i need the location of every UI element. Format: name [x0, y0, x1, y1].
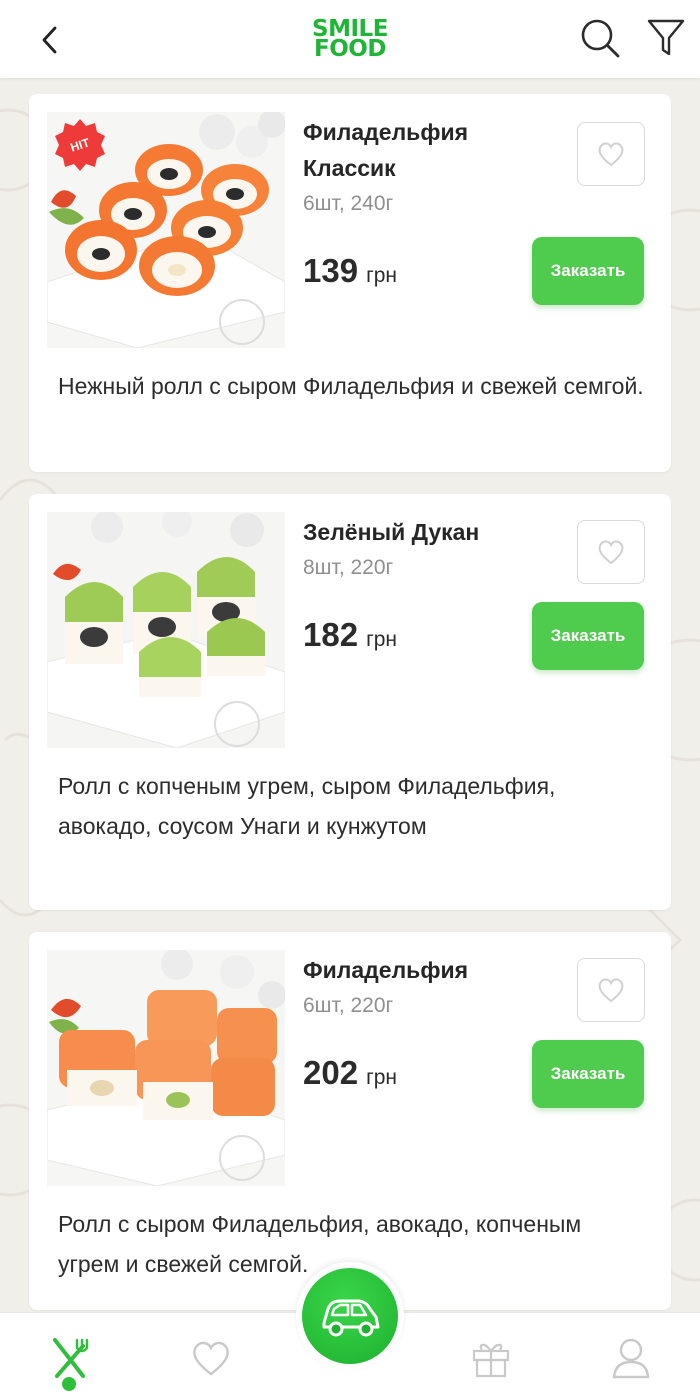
favorite-button[interactable] [577, 520, 645, 584]
filter-icon [647, 19, 685, 56]
search-button[interactable] [578, 16, 622, 60]
heart-icon [193, 1341, 229, 1376]
delivery-button-wrap [296, 1262, 404, 1370]
price-value: 202 [303, 1054, 359, 1091]
app-logo: SMILE FOOD [300, 14, 400, 64]
product-photo[interactable] [47, 950, 285, 1186]
product-weight: 6шт, 220г [303, 994, 394, 1017]
price-value: 139 [303, 252, 359, 289]
nav-favorites[interactable] [186, 1333, 236, 1383]
product-price: 182 грн [303, 616, 397, 654]
product-photo[interactable]: HIT [47, 112, 285, 348]
fork-knife-icon [53, 1338, 89, 1378]
search-icon [581, 19, 620, 58]
product-card: Зелёный Дукан 8шт, 220г 182 грн Заказать … [29, 494, 671, 910]
heart-icon [598, 978, 624, 1003]
favorite-button[interactable] [577, 958, 645, 1022]
nav-menu[interactable] [44, 1333, 94, 1383]
product-description: Ролл с копченым угрем, сыром Филадельфия… [58, 773, 556, 839]
product-weight: 8шт, 220г [303, 556, 394, 579]
filter-button[interactable] [646, 16, 686, 60]
logo-line-2: FOOD [314, 36, 386, 62]
price-value: 182 [303, 616, 359, 653]
price-currency: грн [366, 1066, 397, 1089]
active-tab-indicator [62, 1377, 76, 1391]
product-card: HIT Филадельфия Классик 6шт, 240г 139 грн… [29, 94, 671, 472]
product-title: Зелёный Дукан [303, 519, 480, 545]
user-icon [612, 1338, 650, 1379]
price-currency: грн [366, 628, 397, 651]
order-button[interactable]: Заказать [532, 602, 644, 670]
back-button[interactable] [30, 20, 70, 60]
product-card: Филадельфия 6шт, 220г 202 грн Заказать Ро… [29, 932, 671, 1310]
heart-icon [598, 540, 624, 565]
product-price: 139 грн [303, 252, 397, 290]
sushi-roll-image [47, 950, 285, 1186]
delivery-button[interactable] [302, 1268, 398, 1364]
order-button[interactable]: Заказать [532, 237, 644, 305]
nav-profile[interactable] [606, 1333, 656, 1383]
price-currency: грн [366, 264, 397, 287]
product-price: 202 грн [303, 1054, 397, 1092]
sushi-roll-image [47, 512, 285, 748]
product-title: Филадельфия Классик [303, 119, 468, 181]
product-title: Филадельфия [303, 957, 468, 983]
order-button[interactable]: Заказать [532, 1040, 644, 1108]
nav-gifts[interactable] [466, 1333, 516, 1383]
car-icon [322, 1299, 380, 1337]
gift-icon [472, 1343, 510, 1378]
chevron-left-icon [42, 26, 57, 54]
product-weight: 6шт, 240г [303, 192, 394, 215]
favorite-button[interactable] [577, 122, 645, 186]
hit-badge: HIT [53, 118, 107, 172]
top-app-bar: SMILE FOOD [0, 0, 700, 78]
heart-icon [598, 142, 624, 167]
product-description: Нежный ролл с сыром Филадельфия и свежей… [58, 373, 644, 399]
product-photo[interactable] [47, 512, 285, 748]
